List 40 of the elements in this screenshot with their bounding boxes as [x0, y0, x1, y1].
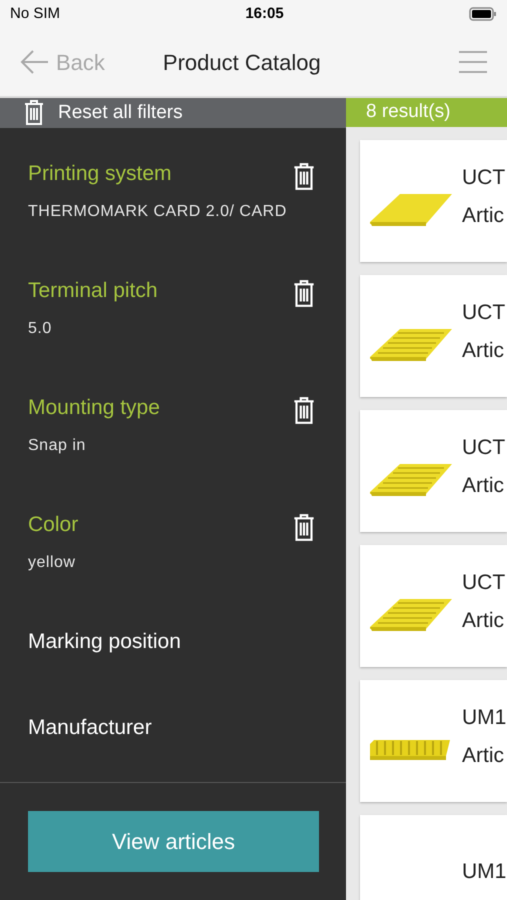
product-title: UM1	[462, 705, 506, 731]
back-label: Back	[56, 48, 105, 76]
product-card[interactable]: UCT Artic	[360, 410, 507, 532]
product-title: UCT	[462, 570, 506, 596]
product-title: UCT	[462, 300, 506, 326]
filter-label[interactable]: Mounting type	[28, 392, 160, 424]
product-title: UCT	[462, 165, 506, 191]
trash-icon	[24, 100, 44, 126]
product-title: UM1	[462, 858, 506, 885]
trash-icon[interactable]	[292, 279, 316, 309]
product-subtitle: Artic	[462, 472, 505, 498]
clock: 16:05	[245, 4, 284, 24]
product-card[interactable]: UCT Artic	[360, 274, 507, 396]
trash-icon[interactable]	[292, 513, 316, 543]
carrier-label: No SIM	[10, 4, 60, 24]
filter-value: THERMOMARK CARD 2.0/ CARD	[28, 202, 287, 222]
product-card[interactable]: UM1	[360, 814, 507, 900]
page-title: Product Catalog	[162, 48, 321, 77]
filter-value: Snap in	[28, 436, 87, 456]
filter-value: 5.0	[28, 318, 53, 338]
product-subtitle: Artic	[462, 202, 505, 228]
arrow-left-icon	[20, 49, 50, 75]
filter-label[interactable]: Printing system	[28, 158, 287, 190]
product-card[interactable]: UCT Artic	[360, 140, 507, 262]
filter-label[interactable]: Terminal pitch	[28, 275, 158, 306]
product-card[interactable]: UCT Artic	[360, 544, 507, 666]
filter-label[interactable]: Marking position	[28, 626, 181, 658]
result-count: 8 result(s)	[346, 98, 507, 126]
filter-label[interactable]: Manufacturer	[28, 712, 152, 744]
filter-value: yellow	[28, 552, 76, 572]
trash-icon[interactable]	[292, 162, 316, 192]
product-title: UCT	[462, 435, 506, 461]
product-card[interactable]: UM1 Artic	[360, 680, 507, 802]
reset-filters-button[interactable]: Reset all filters	[0, 98, 346, 128]
filter-label[interactable]: Color	[28, 509, 78, 540]
product-subtitle: Artic	[462, 608, 505, 634]
product-subtitle: Artic	[462, 742, 505, 768]
battery-icon	[468, 7, 497, 21]
trash-icon[interactable]	[292, 396, 316, 426]
product-subtitle: Artic	[462, 338, 505, 364]
